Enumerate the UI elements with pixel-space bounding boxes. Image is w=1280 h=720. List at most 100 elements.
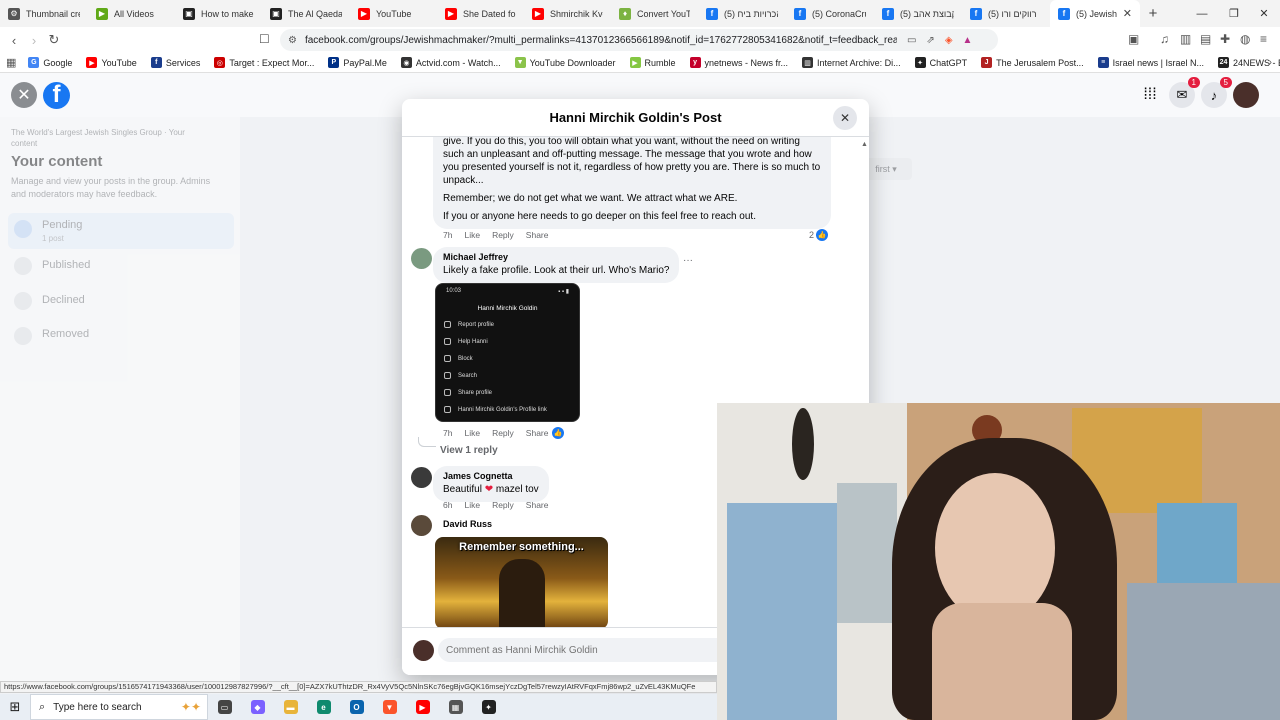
messenger-icon[interactable]: ✉ 1 bbox=[1169, 77, 1200, 108]
commenter-name[interactable]: David Russ bbox=[443, 519, 492, 529]
taskbar-app-chatgpt[interactable]: ✦ bbox=[472, 694, 505, 720]
scroll-up-icon[interactable]: ▲ bbox=[861, 141, 868, 148]
reaction-count[interactable]: 👍 bbox=[550, 427, 564, 439]
browser-tab[interactable]: ▣ How to make y bbox=[175, 0, 262, 27]
bookmark-item[interactable]: f Services bbox=[150, 57, 200, 68]
share-link[interactable]: Share bbox=[526, 428, 549, 438]
browser-tab[interactable]: ▶ She Dated for bbox=[437, 0, 524, 27]
taskbar-app-calculator[interactable]: ▦ bbox=[439, 694, 472, 720]
avatar[interactable] bbox=[411, 248, 432, 269]
apps-grid-icon[interactable]: ▦ bbox=[6, 56, 16, 69]
share-link[interactable]: Share bbox=[526, 500, 549, 510]
menu-grid-icon[interactable]: ⁞⁞⁞ bbox=[1137, 82, 1163, 108]
like-link[interactable]: Like bbox=[464, 500, 480, 510]
bookmark-item[interactable]: ◎ Target : Expect Mor... bbox=[214, 57, 314, 68]
taskbar-app-brave[interactable]: ▼ bbox=[373, 694, 406, 720]
comment-time[interactable]: 7h bbox=[443, 230, 452, 240]
brave-rewards-icon[interactable]: ▲ bbox=[963, 35, 973, 46]
sidebar-icon[interactable]: ▥ bbox=[1180, 32, 1191, 46]
avatar[interactable] bbox=[411, 515, 432, 536]
taskbar-search[interactable]: ⌕ Type here to search ✦✦ bbox=[30, 694, 208, 720]
browser-tab[interactable]: ▶ Shmirchik Kvet bbox=[524, 0, 611, 27]
bookmark-item[interactable]: ▼ YouTube Downloader bbox=[514, 57, 616, 68]
taskbar-app-copilot[interactable]: ◆ bbox=[241, 694, 274, 720]
like-link[interactable]: Like bbox=[464, 230, 480, 240]
wallet-icon[interactable]: ▤ bbox=[1200, 32, 1211, 46]
bookmark-item[interactable]: ▶ Rumble bbox=[629, 57, 676, 68]
vpn-icon[interactable]: ◍ bbox=[1240, 32, 1250, 46]
nav-pending-label[interactable]: Pending bbox=[42, 219, 82, 231]
bookmark-item[interactable]: ≡ Israel news | Israel N... bbox=[1097, 57, 1204, 68]
restore-icon[interactable]: ❐ bbox=[1218, 0, 1250, 27]
nav-removed-label[interactable]: Removed bbox=[42, 328, 89, 340]
cast-icon[interactable]: ▭ bbox=[907, 35, 916, 46]
comment-image[interactable]: 10:03 ▪ ▪ ▮ Hanni Mirchik Goldin Report … bbox=[435, 283, 580, 422]
share-link[interactable]: Share bbox=[526, 230, 549, 240]
address-bar[interactable]: ⚙ facebook.com/groups/Jewishmachmaker/?m… bbox=[280, 29, 998, 51]
extensions-icon[interactable]: ▣ bbox=[1128, 32, 1139, 46]
browser-tab[interactable]: f (5) קבוצת אהב bbox=[874, 0, 962, 27]
site-info-icon[interactable]: ⚙ bbox=[288, 35, 297, 46]
reply-link[interactable]: Reply bbox=[492, 230, 514, 240]
music-icon[interactable]: ♫ bbox=[1160, 32, 1169, 46]
bookmark-item[interactable]: P PayPal.Me bbox=[328, 57, 387, 68]
close-icon[interactable]: ✕ bbox=[11, 82, 37, 108]
bookmark-icon[interactable]: ☐ bbox=[259, 32, 270, 46]
browser-tab[interactable]: f (5) Jewish ✕ bbox=[1050, 0, 1140, 27]
close-window-icon[interactable]: ✕ bbox=[1248, 0, 1280, 27]
browser-tab[interactable]: ▶ YouTube bbox=[350, 0, 437, 27]
new-tab-button[interactable]: + bbox=[1140, 5, 1166, 22]
back-icon[interactable]: ‹ bbox=[4, 33, 24, 48]
menu-icon[interactable]: ≡ bbox=[1260, 32, 1267, 46]
nav-declined-label[interactable]: Declined bbox=[42, 294, 85, 306]
forward-icon[interactable]: › bbox=[24, 33, 44, 48]
bookmark-item[interactable]: ✦ ChatGPT bbox=[914, 57, 967, 68]
puzzle-icon[interactable]: ✚ bbox=[1220, 32, 1230, 46]
bookmark-item[interactable]: ▥ Internet Archive: Di... bbox=[802, 57, 901, 68]
reaction-count[interactable]: 2 👍 bbox=[809, 229, 829, 241]
notifications-bell-icon[interactable]: ♪ 5 bbox=[1201, 77, 1232, 108]
bookmark-item[interactable]: ◉ Actvid.com - Watch... bbox=[400, 57, 501, 68]
reply-link[interactable]: Reply bbox=[492, 428, 514, 438]
share-icon[interactable]: ⇗ bbox=[926, 35, 934, 46]
taskbar-app-task-view[interactable]: ▭ bbox=[208, 694, 241, 720]
like-link[interactable]: Like bbox=[464, 428, 480, 438]
comment-time[interactable]: 6h bbox=[443, 500, 452, 510]
modal-close-icon[interactable]: ✕ bbox=[833, 106, 857, 130]
windows-start-icon[interactable]: ⊞ bbox=[0, 694, 30, 720]
facebook-logo-icon[interactable]: f bbox=[43, 82, 70, 109]
group-breadcrumb[interactable]: The World's Largest Jewish Singles Group… bbox=[11, 127, 211, 149]
bookmark-item[interactable]: J The Jerusalem Post... bbox=[981, 57, 1084, 68]
browser-tab[interactable]: ⚙ Thumbnail cre bbox=[0, 0, 88, 27]
browser-tab[interactable]: ♦ Convert YouTu bbox=[611, 0, 698, 27]
taskbar-app-file-explorer[interactable]: ▬ bbox=[274, 694, 307, 720]
taskbar-app-edge[interactable]: e bbox=[307, 694, 340, 720]
browser-tab[interactable]: ▶ All Videos bbox=[88, 0, 175, 27]
browser-tab[interactable]: f (5) הכרויות ביח bbox=[698, 0, 786, 27]
comment-time[interactable]: 7h bbox=[443, 428, 452, 438]
taskbar-app-outlook[interactable]: O bbox=[340, 694, 373, 720]
bookmark-item[interactable]: y ynetnews - News fr... bbox=[689, 57, 788, 68]
avatar[interactable] bbox=[413, 640, 434, 661]
brave-shield-icon[interactable]: ◈ bbox=[945, 35, 953, 46]
browser-tab[interactable]: f (5) CoronaCrui bbox=[786, 0, 874, 27]
more-bookmarks-icon[interactable]: › bbox=[1269, 57, 1272, 68]
bookmark-item[interactable]: G Google bbox=[28, 57, 72, 68]
commenter-name[interactable]: James Cognetta bbox=[443, 470, 539, 483]
commenter-name[interactable]: Michael Jeffrey bbox=[443, 251, 669, 264]
url-text[interactable]: facebook.com/groups/Jewishmachmaker/?mul… bbox=[305, 35, 897, 46]
comment-gif[interactable]: Remember something... bbox=[435, 537, 608, 627]
view-replies-link[interactable]: View 1 reply bbox=[440, 445, 498, 456]
tab-close-icon[interactable]: ✕ bbox=[1123, 7, 1132, 20]
comment-more-icon[interactable]: ··· bbox=[683, 255, 693, 266]
bookmark-item[interactable]: ▶ YouTube bbox=[86, 57, 137, 68]
nav-published-label[interactable]: Published bbox=[42, 259, 90, 271]
reload-icon[interactable]: ↻ bbox=[44, 32, 64, 48]
minimize-icon[interactable]: — bbox=[1186, 0, 1218, 27]
taskbar-app-youtube[interactable]: ▶ bbox=[406, 694, 439, 720]
reply-link[interactable]: Reply bbox=[492, 500, 514, 510]
profile-avatar[interactable] bbox=[1233, 82, 1259, 108]
browser-tab[interactable]: f (5) רווקים ורו bbox=[962, 0, 1050, 27]
avatar[interactable] bbox=[411, 467, 432, 488]
browser-tab[interactable]: ▣ The Al Qaeda C bbox=[262, 0, 350, 27]
